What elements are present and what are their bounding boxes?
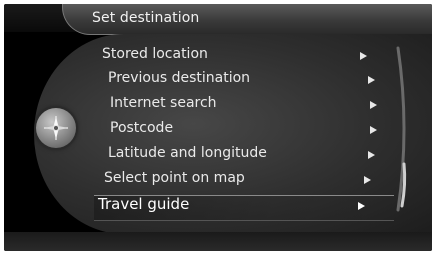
menu-item-stored-location[interactable]: Stored location bbox=[102, 46, 208, 62]
screen-frame: Set destination Stored location Previous… bbox=[4, 4, 432, 251]
chevron-right-icon bbox=[368, 151, 375, 159]
chevron-right-icon bbox=[364, 176, 371, 184]
bottom-bar bbox=[4, 232, 432, 251]
menu-item-postcode[interactable]: Postcode bbox=[110, 120, 173, 136]
chevron-right-icon bbox=[370, 126, 377, 134]
menu-item-travel-guide[interactable]: Travel guide bbox=[98, 195, 189, 213]
menu-item-select-point-on-map[interactable]: Select point on map bbox=[104, 170, 245, 186]
chevron-right-icon bbox=[358, 202, 365, 210]
scrollbar[interactable] bbox=[394, 44, 414, 214]
chevron-right-icon bbox=[360, 52, 367, 60]
menu-item-latitude-longitude[interactable]: Latitude and longitude bbox=[108, 145, 267, 161]
menu-item-previous-destination[interactable]: Previous destination bbox=[108, 70, 250, 86]
menu-item-internet-search[interactable]: Internet search bbox=[110, 95, 217, 111]
chevron-right-icon bbox=[368, 76, 375, 84]
page-title: Set destination bbox=[92, 10, 200, 26]
navigation-compass-icon[interactable] bbox=[36, 108, 76, 148]
chevron-right-icon bbox=[370, 101, 377, 109]
